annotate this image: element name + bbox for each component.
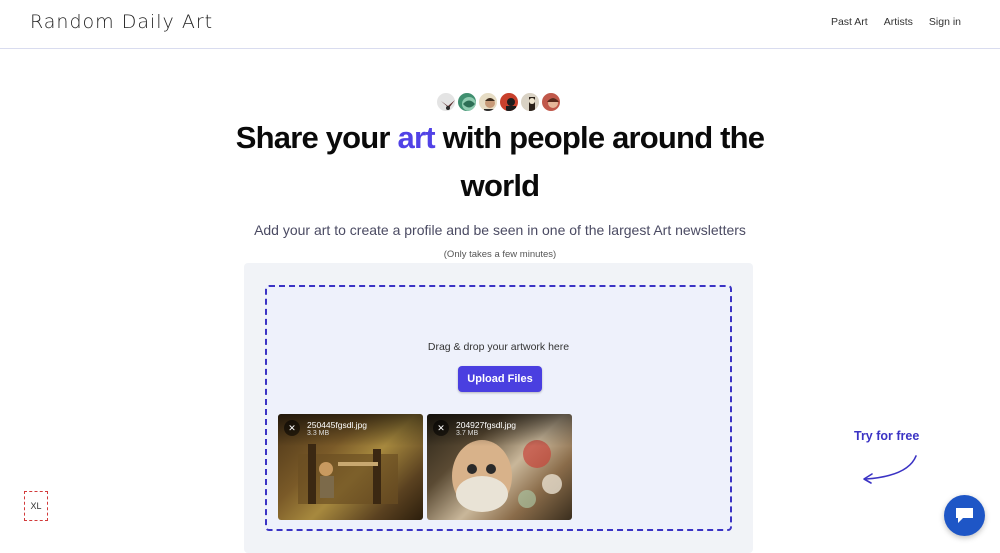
hero-title: Share your art with people around the wo… (200, 114, 800, 210)
hero-subtitle: Add your art to create a profile and be … (254, 222, 746, 238)
hero-title-part: with people around the world (434, 120, 765, 203)
avatar-icon (506, 98, 516, 111)
site-logo[interactable]: Random Daily Art (30, 11, 213, 33)
chat-button[interactable] (944, 495, 985, 536)
avatar (477, 91, 499, 113)
file-name: 204927fgsdl.jpg (456, 420, 517, 430)
chat-icon (956, 508, 973, 523)
avatar (519, 91, 541, 113)
hero-note: (Only takes a few minutes) (443, 249, 557, 260)
main-nav: Past Art Artists Sign in (831, 16, 961, 28)
site-header: Random Daily Art Past Art Artists Sign i… (0, 0, 1000, 49)
avatar-icon (529, 97, 535, 111)
uploaded-file-preview: ✕ 250445fgsdl.jpg 3.3 MB (278, 414, 423, 520)
nav-sign-in[interactable]: Sign in (929, 16, 961, 28)
upload-panel: Drag & drop your artwork here Upload Fil… (244, 263, 753, 553)
thumb-overlay (278, 414, 423, 446)
nav-past-art[interactable]: Past Art (831, 16, 868, 28)
artist-avatars (435, 91, 562, 113)
avatar (540, 91, 562, 113)
nav-artists[interactable]: Artists (884, 16, 913, 28)
dropzone-text: Drag & drop your artwork here (427, 341, 570, 353)
curved-arrow-icon (863, 455, 917, 484)
breakpoint-badge: XL (24, 491, 48, 521)
artwork-dropzone[interactable]: Drag & drop your artwork here Upload Fil… (265, 285, 732, 531)
hero-title-part: Share your (235, 120, 398, 155)
file-size: 3.7 MB (456, 430, 479, 437)
avatar-icon (484, 98, 496, 111)
try-for-free-label[interactable]: Try for free (854, 429, 919, 443)
thumb-overlay (427, 414, 572, 446)
close-icon[interactable]: ✕ (284, 420, 300, 436)
close-icon[interactable]: ✕ (433, 420, 449, 436)
avatar-icon (441, 100, 455, 110)
avatar (498, 91, 520, 113)
hero-title-accent: art (397, 120, 436, 155)
file-size: 3.3 MB (307, 430, 330, 437)
avatar-icon (462, 97, 476, 111)
avatar (435, 91, 457, 113)
uploaded-file-preview: ✕ 204927fgsdl.jpg 3.7 MB (427, 414, 572, 520)
avatar (456, 91, 478, 113)
upload-files-button[interactable]: Upload Files (458, 366, 542, 392)
avatar-icon (547, 98, 559, 108)
file-name: 250445fgsdl.jpg (307, 420, 368, 430)
